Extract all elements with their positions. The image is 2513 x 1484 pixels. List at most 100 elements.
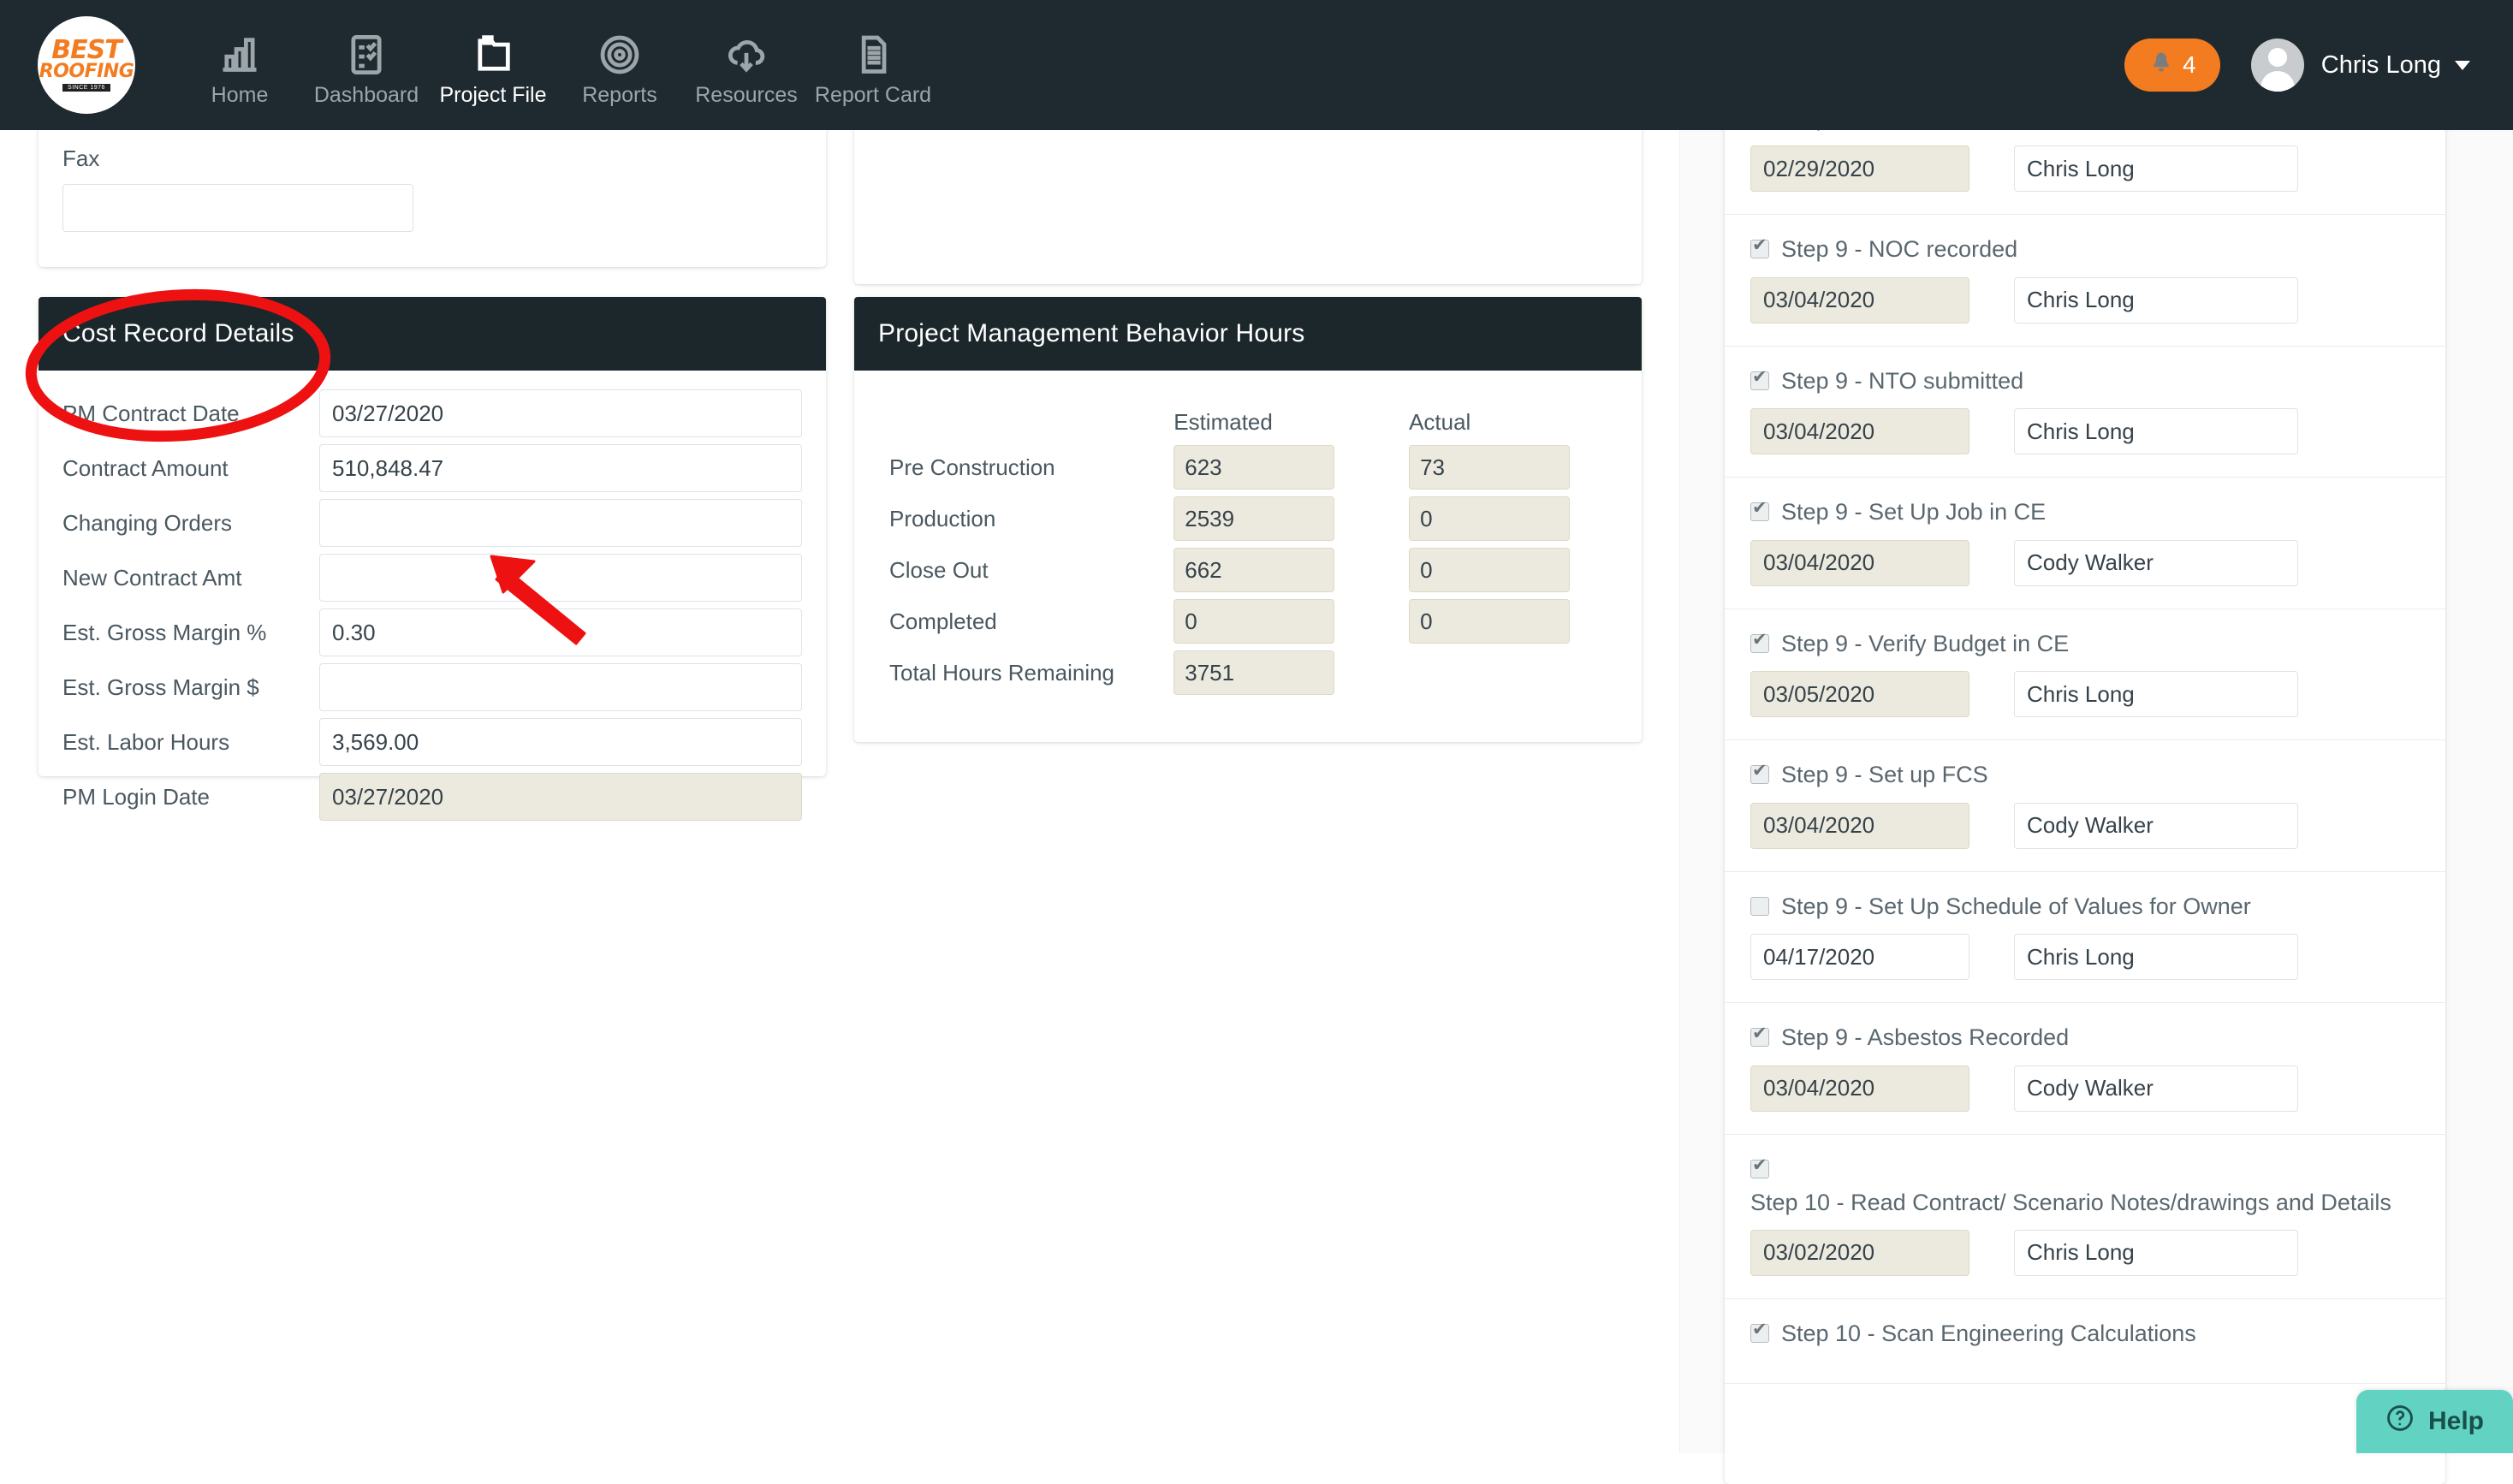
checklist-item-name-input[interactable] <box>2014 934 2298 981</box>
nav-item-reports[interactable]: Reports <box>556 23 683 108</box>
cost-record-field-label: Contract Amount <box>62 454 229 481</box>
brand-logo-line1: BEST <box>51 34 122 65</box>
nav-item-reports-label: Reports <box>582 82 657 107</box>
behavior-hours-title: Project Management Behavior Hours <box>854 297 1642 371</box>
behavior-hours-estimated-value[interactable]: 623 <box>1173 445 1335 490</box>
checklist-item-label: Step 9 - NTO submitted <box>1781 367 2024 394</box>
cost-record-field-input[interactable] <box>319 444 802 492</box>
checklist-item-name-input[interactable] <box>2014 1065 2298 1112</box>
behavior-hours-actual-value[interactable]: 0 <box>1409 599 1571 644</box>
cost-record-field-input[interactable] <box>319 608 802 656</box>
checklist-item-name-input[interactable] <box>2014 276 2298 324</box>
behavior-hours-table: Estimated Actual Pre Construction 623 73 Pr… <box>888 403 1607 701</box>
checklist-card: Step 9 - Intro Call to ClientStep 9 - NO… <box>1725 115 2445 1484</box>
checklist-icon <box>303 28 430 81</box>
cost-record-row: Est. Labor Hours <box>62 718 802 766</box>
cost-record-field-input[interactable] <box>319 554 802 602</box>
checklist-item-fields <box>1750 145 2420 193</box>
checklist-item-checkbox[interactable] <box>1750 236 1769 259</box>
checklist-item-label: Step 10 - Scan Engineering Calculations <box>1781 1320 2196 1346</box>
cost-record-field-label: Est. Gross Margin $ <box>62 674 259 700</box>
behavior-hours-actual-value[interactable]: 0 <box>1409 548 1571 592</box>
behavior-hours-card: Project Management Behavior Hours Estima… <box>854 297 1642 742</box>
behavior-hours-estimated-value[interactable]: 3751 <box>1173 650 1335 695</box>
user-menu[interactable]: Chris Long <box>2321 51 2470 80</box>
behavior-hours-actual-value[interactable]: 0 <box>1409 496 1571 541</box>
cost-record-field-label: PM Contract Date <box>62 400 240 426</box>
checklist-item-checkbox[interactable] <box>1750 499 1769 522</box>
nav-item-report-card[interactable]: Report Card <box>810 23 936 108</box>
checklist-item-date-input[interactable] <box>1750 934 1969 981</box>
checklist-item-label: Step 9 - Set Up Schedule of Values for O… <box>1781 893 2251 919</box>
checklist-item-checkbox[interactable] <box>1750 1156 1769 1178</box>
checklist-item-checkbox[interactable] <box>1750 762 1769 785</box>
checklist-item-fields <box>1750 276 2420 324</box>
cost-record-field-input[interactable] <box>319 663 802 711</box>
checklist-item: Step 9 - NOC recorded <box>1725 215 2445 347</box>
brand-logo[interactable]: BEST ROOFING SINCE 1976 <box>38 16 135 114</box>
checklist-item-date-input[interactable] <box>1750 276 1969 324</box>
checklist-item-fields <box>1750 934 2420 981</box>
cost-record-row: Est. Gross Margin % <box>62 608 802 656</box>
behavior-hours-body: Estimated Actual Pre Construction 623 73 Pr… <box>854 371 1642 727</box>
checklist-item-date-input[interactable] <box>1750 1229 1969 1276</box>
checklist-item-header: Step 9 - Set Up Schedule of Values for O… <box>1750 891 2420 922</box>
checklist-item: Step 9 - NTO submitted <box>1725 347 2445 478</box>
checklist-item-checkbox[interactable] <box>1750 631 1769 653</box>
checklist-item-date-input[interactable] <box>1750 802 1969 849</box>
checklist-item-date-input[interactable] <box>1750 408 1969 455</box>
folder-icon <box>430 28 556 81</box>
checklist-item-name-input[interactable] <box>2014 145 2298 193</box>
target-icon <box>556 28 683 81</box>
nav-item-dashboard[interactable]: Dashboard <box>303 23 430 108</box>
checklist-item-header: Step 9 - Verify Budget in CE <box>1750 628 2420 659</box>
alerts-button[interactable]: 4 <box>2124 39 2220 92</box>
cost-record-details-body: PM Contract Date Contract Amount Changing … <box>39 371 826 857</box>
behavior-hours-estimated-value[interactable]: 2539 <box>1173 496 1335 541</box>
checklist-item-date-input[interactable] <box>1750 1065 1969 1112</box>
behavior-hours-estimated-value[interactable]: 0 <box>1173 599 1335 644</box>
checklist-item-checkbox[interactable] <box>1750 368 1769 390</box>
behavior-hours-row-label: Completed <box>889 608 997 634</box>
checklist-item-label: Step 9 - Asbestos Recorded <box>1781 1024 2070 1051</box>
help-label: Help <box>2427 1407 2484 1435</box>
nav-item-report-card-label: Report Card <box>814 82 932 107</box>
cost-record-field-label: PM Login Date <box>62 783 210 810</box>
behavior-hours-row-label: Close Out <box>889 556 989 583</box>
fax-input[interactable] <box>62 184 413 232</box>
checklist-item-date-input[interactable] <box>1750 539 1969 586</box>
behavior-hours-estimated-value[interactable]: 662 <box>1173 548 1335 592</box>
bar-chart-icon <box>176 28 303 81</box>
checklist-item-checkbox[interactable] <box>1750 896 1769 916</box>
checklist-item-name-input[interactable] <box>2014 1229 2298 1276</box>
cloud-download-icon <box>683 28 810 81</box>
checklist-item-name-input[interactable] <box>2014 802 2298 849</box>
checklist-item: Step 9 - Set up FCS <box>1725 740 2445 872</box>
checklist-item-fields <box>1750 671 2420 718</box>
nav-item-project-file[interactable]: Project File <box>430 23 556 108</box>
checklist-item-label: Step 10 - Read Contract/ Scenario Notes/… <box>1750 1189 2391 1215</box>
checklist-item-date-input[interactable] <box>1750 671 1969 718</box>
behavior-hours-actual-value[interactable]: 73 <box>1409 445 1571 490</box>
cost-record-field-input[interactable] <box>319 718 802 766</box>
checklist-item-date-input[interactable] <box>1750 145 1969 193</box>
avatar[interactable] <box>2250 39 2304 92</box>
cost-record-field-input[interactable] <box>319 773 802 821</box>
checklist-item: Step 9 - Set Up Schedule of Values for O… <box>1725 872 2445 1004</box>
help-button[interactable]: Help <box>2356 1390 2513 1453</box>
checklist-item-name-input[interactable] <box>2014 408 2298 455</box>
checklist-item-checkbox[interactable] <box>1750 1024 1769 1048</box>
checklist-item-header: Step 9 - NOC recorded <box>1750 234 2420 264</box>
checklist-item-name-input[interactable] <box>2014 671 2298 718</box>
checklist-item-checkbox[interactable] <box>1750 1321 1769 1343</box>
checklist-item-label: Step 9 - Set Up Job in CE <box>1781 499 2047 525</box>
checklist-item-name-input[interactable] <box>2014 539 2298 586</box>
nav-item-home[interactable]: Home <box>176 23 303 108</box>
checklist-item: Step 9 - Set Up Job in CE <box>1725 478 2445 609</box>
cost-record-field-input[interactable] <box>319 499 802 547</box>
cost-record-field-input[interactable] <box>319 389 802 437</box>
main-content-column: Fax Cost Record Details PM Contract Date… <box>0 130 1679 1453</box>
checklist-item-fields <box>1750 408 2420 455</box>
behavior-hours-row: Completed 0 0 <box>888 598 1607 644</box>
nav-item-resources[interactable]: Resources <box>683 23 810 108</box>
